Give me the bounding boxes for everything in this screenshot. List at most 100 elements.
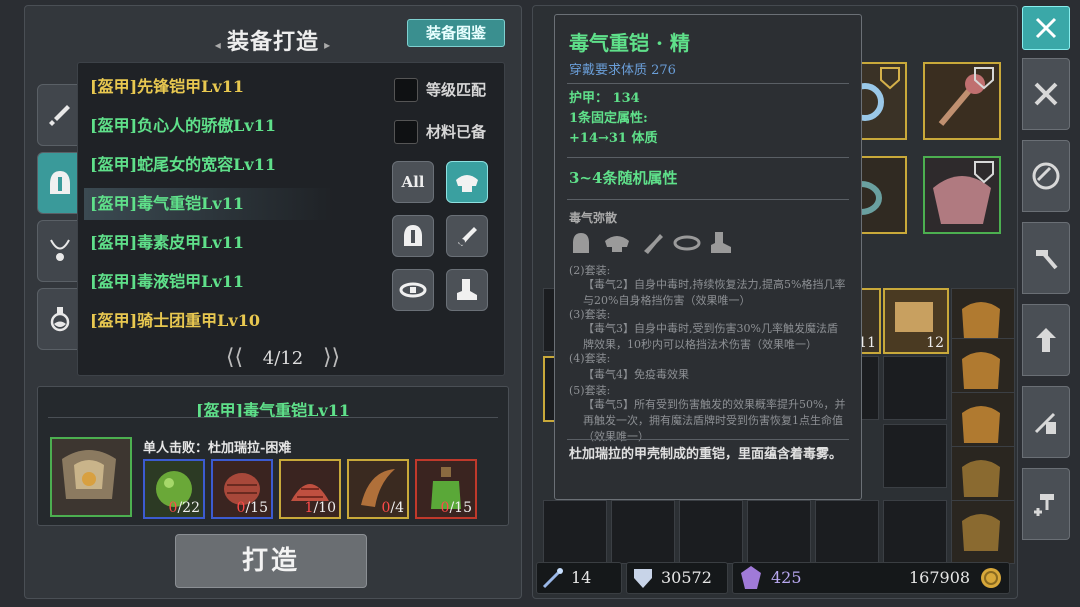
side-tab-forge[interactable]: [1022, 222, 1070, 294]
rank-badge-icon: [973, 66, 995, 94]
title-deco-left: ◂: [214, 38, 227, 52]
craft-panel: ◂ 装备打造 ▸ 装备图鉴 [盔甲]先锋铠甲Lv11 [盔甲]负心人的骄傲Lv1…: [24, 5, 522, 599]
helmet-icon: [50, 171, 70, 194]
material-slot[interactable]: 1/10: [279, 459, 341, 519]
close-icon: [1035, 17, 1057, 39]
tooltip-random-attr: 3~4条随机属性: [569, 169, 678, 187]
side-tab-disassemble[interactable]: [1022, 140, 1070, 212]
filter-belt-button[interactable]: [392, 269, 434, 311]
filter-shoulder-button[interactable]: [446, 161, 488, 203]
side-tab-combine[interactable]: [1022, 468, 1070, 540]
equipment-catalog-button[interactable]: 装备图鉴: [407, 19, 505, 47]
material-slot[interactable]: 0/15: [211, 459, 273, 519]
defeat-requirement: 单人击败：杜加瑞拉-困难: [143, 441, 292, 456]
boots-icon: [457, 279, 477, 300]
materials-ready-label: 材料已备: [426, 123, 487, 141]
inventory-slot[interactable]: [951, 500, 1015, 564]
inventory-slot[interactable]: [543, 500, 607, 564]
tooltip-fixed-value: +14→31 体质: [569, 131, 658, 146]
bag-icon: [962, 460, 1000, 497]
crystal-count: 425: [771, 568, 802, 587]
filter-boots-button[interactable]: [446, 269, 488, 311]
set-bonus-4-header: (4)套装:: [569, 352, 611, 365]
inventory-slot[interactable]: [883, 356, 947, 420]
crystal-icon: [741, 566, 761, 589]
material-need: /22: [177, 500, 200, 516]
shoulder-armor-icon: [456, 175, 478, 192]
wand-icon: [542, 568, 563, 589]
divider: [567, 83, 849, 84]
resource-bar: 14 30572 425 167908: [536, 560, 1012, 594]
rank-badge-icon: [879, 66, 901, 94]
inventory-slot[interactable]: [883, 500, 947, 564]
side-tab-upgrade[interactable]: [1022, 304, 1070, 376]
wand-resource: 14: [536, 562, 622, 594]
list-item-label: [盔甲]骑士团重甲Lv10: [90, 311, 260, 330]
side-tab-enchant[interactable]: [1022, 386, 1070, 458]
rank-badge-icon: [973, 160, 995, 188]
material-slot[interactable]: 0/4: [347, 459, 409, 519]
equipped-item[interactable]: [923, 156, 1001, 234]
list-item[interactable]: [盔甲]负心人的骄傲Lv11: [84, 110, 334, 142]
gold-coin-icon: [981, 568, 1001, 588]
list-item-label: [盔甲]蛇尾女的宽容Lv11: [90, 155, 276, 174]
level-match-checkbox[interactable]: [394, 78, 418, 102]
gold-count: 167908: [909, 568, 971, 587]
inventory-slot[interactable]: [679, 500, 743, 564]
list-item-selected[interactable]: [盔甲]毒气重铠Lv11: [84, 188, 334, 220]
inventory-slot[interactable]: [747, 500, 811, 564]
belt-icon: [399, 282, 427, 298]
wand-count: 14: [571, 568, 592, 587]
material-need: /15: [449, 500, 472, 516]
side-tab-craft[interactable]: [1022, 58, 1070, 130]
shield-count: 30572: [661, 568, 712, 587]
set-pieces: [569, 229, 739, 257]
list-item[interactable]: [盔甲]骑士团重甲Lv10: [84, 305, 334, 337]
list-item-label: [盔甲]先锋铠甲Lv11: [90, 77, 244, 96]
craft-button[interactable]: 打造: [175, 534, 367, 588]
inventory-slot[interactable]: 12: [883, 288, 949, 354]
materials-ready-checkbox[interactable]: [394, 120, 418, 144]
tooltip-description: 杜加瑞拉的甲壳制成的重铠，里面蕴含着毒雾。: [569, 447, 843, 462]
material-count: 1/10: [305, 500, 336, 516]
set-piece-icons: [573, 232, 731, 254]
list-item[interactable]: [盔甲]毒液铠甲Lv11: [84, 266, 334, 298]
equipped-item[interactable]: [923, 62, 1001, 140]
inventory-slot[interactable]: [883, 424, 947, 488]
list-item-label: [盔甲]毒素皮甲Lv11: [90, 233, 244, 252]
list-item[interactable]: [盔甲]先锋铠甲Lv11: [84, 71, 334, 103]
list-item-label: [盔甲]负心人的骄傲Lv11: [90, 116, 276, 135]
filter-gloves-button[interactable]: [446, 215, 488, 257]
set-bonus-4-text: 【毒气4】免疫毒效果: [583, 368, 689, 381]
set-bonus-2-text: 【毒气2】自身中毒时,持续恢复法力,提高5%格挡几率与20%自身格挡伤害（效果唯…: [583, 278, 846, 307]
material-slot[interactable]: 0/22: [143, 459, 205, 519]
tooltip-title: 毒气重铠 · 精: [569, 31, 690, 55]
filter-helmet-button[interactable]: [392, 215, 434, 257]
inventory-slot[interactable]: [815, 500, 879, 564]
necklace-icon: [50, 239, 70, 261]
prev-page-button[interactable]: ⟨⟨: [226, 345, 243, 370]
page-indicator: 4/12: [262, 348, 304, 369]
bag-icon: [962, 406, 1000, 443]
inventory-slot[interactable]: [611, 500, 675, 564]
boots-icon: [711, 232, 731, 253]
result-item-icon[interactable]: [50, 437, 132, 517]
list-item[interactable]: [盔甲]蛇尾女的宽容Lv11: [84, 149, 334, 181]
filter-all-button[interactable]: All: [392, 161, 434, 203]
divider: [567, 439, 849, 440]
next-page-button[interactable]: ⟩⟩: [323, 345, 340, 370]
panel-title-text: 装备打造: [226, 29, 319, 55]
recipe-list: [盔甲]先锋铠甲Lv11 [盔甲]负心人的骄傲Lv11 [盔甲]蛇尾女的宽容Lv…: [77, 62, 505, 376]
shield-icon: [634, 569, 652, 588]
material-need: /15: [245, 500, 268, 516]
material-count: 0/15: [237, 500, 268, 516]
title-deco-right: ▸: [319, 38, 332, 52]
divider: [567, 157, 849, 158]
tooltip-requirement: 穿戴要求体质 276: [569, 63, 676, 78]
divider: [567, 199, 849, 200]
hammer-up-icon: [1036, 328, 1056, 352]
hammer-icon: [1036, 250, 1058, 270]
material-slot[interactable]: 0/15: [415, 459, 477, 519]
list-item[interactable]: [盔甲]毒素皮甲Lv11: [84, 227, 334, 259]
close-button[interactable]: [1022, 6, 1070, 50]
